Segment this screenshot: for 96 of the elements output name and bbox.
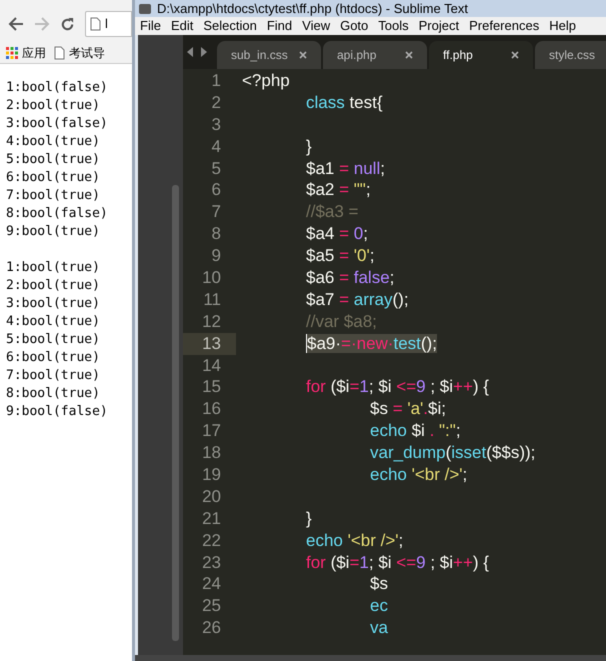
menu-item[interactable]: Selection [203, 16, 257, 36]
output-line: 1:bool(false) [6, 79, 109, 97]
line-number: 10 [201, 267, 222, 289]
line-number: 26 [201, 617, 222, 640]
output-line: 8:bool(false) [6, 205, 109, 223]
menu-item[interactable]: Preferences [469, 16, 540, 36]
menu-item[interactable]: Find [266, 16, 292, 36]
apps-grid-icon [6, 46, 18, 58]
code-line: } [305, 508, 312, 530]
code-line: class test{ [305, 92, 383, 114]
output-line: 3:bool(true) [6, 295, 101, 313]
bookmark[interactable]: 考试导 [54, 44, 105, 62]
menu-item[interactable]: Goto [340, 16, 368, 36]
menu-item[interactable]: Tools [378, 16, 409, 36]
tab[interactable]: sub_in.css [217, 41, 321, 69]
line-number: 16 [201, 398, 222, 420]
scrollbar[interactable] [172, 185, 179, 641]
bookmark[interactable]: 应用 [6, 44, 46, 62]
code-line: //$a3 = [305, 201, 358, 224]
output-line: 9:bool(false) [6, 403, 109, 421]
code-line: var_dump(isset($$s)); [369, 442, 536, 464]
output-line: 7:bool(true) [6, 367, 101, 385]
output-line: 2:bool(true) [6, 97, 101, 115]
code-line: for ($i=1; $i <=9 ; $i++) { [305, 376, 489, 398]
line-number: 2 [210, 92, 222, 114]
code-line: ec [369, 595, 388, 618]
output-line: 4:bool(true) [6, 313, 101, 331]
code-line: $a2 = ""; [305, 179, 371, 202]
line-number: 19 [201, 464, 222, 486]
code-line: <?php [241, 70, 290, 92]
code-line: echo '<br />'; [369, 464, 468, 486]
menu-item[interactable]: File [140, 16, 161, 36]
output-line: 5:bool(true) [6, 151, 101, 169]
line-number: 1 [210, 70, 222, 92]
code-line: $a7 = array(); [305, 288, 409, 311]
menu-item[interactable]: Help [549, 16, 576, 36]
line-number: 11 [202, 288, 222, 311]
app-icon [139, 4, 151, 14]
code-line: $a4 = 0; [305, 223, 368, 246]
tab-scroll-arrows-icon[interactable] [187, 47, 209, 57]
line-number: 3 [210, 114, 222, 136]
back-icon[interactable] [8, 17, 24, 31]
reload-icon[interactable] [60, 16, 75, 32]
output-line: 1:bool(true) [6, 259, 101, 277]
output-line: 7:bool(true) [6, 187, 101, 205]
code-line: } [305, 136, 312, 158]
line-number: 15 [201, 376, 222, 398]
url-text: l [105, 15, 108, 34]
code-line: $a1 = null; [305, 158, 385, 180]
line-number: 4 [210, 136, 222, 158]
line-number: 21 [201, 508, 222, 530]
line-number: 7 [210, 201, 222, 224]
tab[interactable]: ff.php [429, 41, 533, 69]
output-line: 6:bool(true) [6, 169, 101, 187]
output-line: 5:bool(true) [6, 331, 101, 349]
tab[interactable]: api.php [323, 41, 427, 69]
line-number: 23 [201, 552, 222, 574]
line-number: 22 [201, 530, 222, 552]
line-number: 17 [201, 420, 222, 442]
code-line: echo '<br />'; [305, 530, 404, 552]
close-icon[interactable] [299, 51, 307, 59]
tab[interactable]: style.css [535, 41, 606, 69]
address-field[interactable]: l [85, 11, 132, 37]
line-number: 25 [201, 595, 222, 618]
line-number: 24 [201, 573, 222, 596]
code-line: $s = 'a'.$i; [369, 398, 446, 420]
line-number: 12 [201, 310, 222, 333]
code-line: //var $a8; [305, 310, 377, 333]
line-number: 18 [201, 442, 222, 464]
output-line: 4:bool(true) [6, 133, 101, 151]
window-title: D:\xampp\htdocs\ctytest\ff.php (htdocs) - Sublime Text [157, 1, 468, 16]
output-line: 6:bool(true) [6, 349, 101, 367]
code-line: $s [369, 573, 388, 596]
code-line: for ($i=1; $i <=9 ; $i++) { [305, 552, 489, 574]
line-number: 13 [183, 332, 236, 355]
code-line: $a6 = false; [305, 267, 394, 289]
code-line: va [369, 617, 388, 640]
output-line: 2:bool(true) [6, 277, 101, 295]
close-icon[interactable] [405, 51, 413, 59]
line-number: 20 [201, 486, 222, 508]
output-line: 8:bool(true) [6, 385, 101, 403]
menu-item[interactable]: Project [418, 16, 460, 36]
output-line: 3:bool(false) [6, 115, 109, 133]
line-number: 14 [201, 354, 222, 376]
line-number: 9 [210, 245, 222, 268]
menu-item[interactable]: Edit [170, 16, 194, 36]
code-line: echo $i . ":"; [369, 420, 461, 442]
line-number: 8 [210, 223, 222, 246]
menu-item[interactable]: View [302, 16, 330, 36]
line-number: 5 [210, 158, 222, 180]
close-icon[interactable] [511, 51, 519, 59]
line-number: 6 [210, 179, 222, 202]
page-icon [90, 17, 101, 31]
output-line: 9:bool(true) [6, 223, 101, 241]
page-icon [54, 46, 65, 60]
code-line: $a5 = '0'; [305, 245, 374, 268]
